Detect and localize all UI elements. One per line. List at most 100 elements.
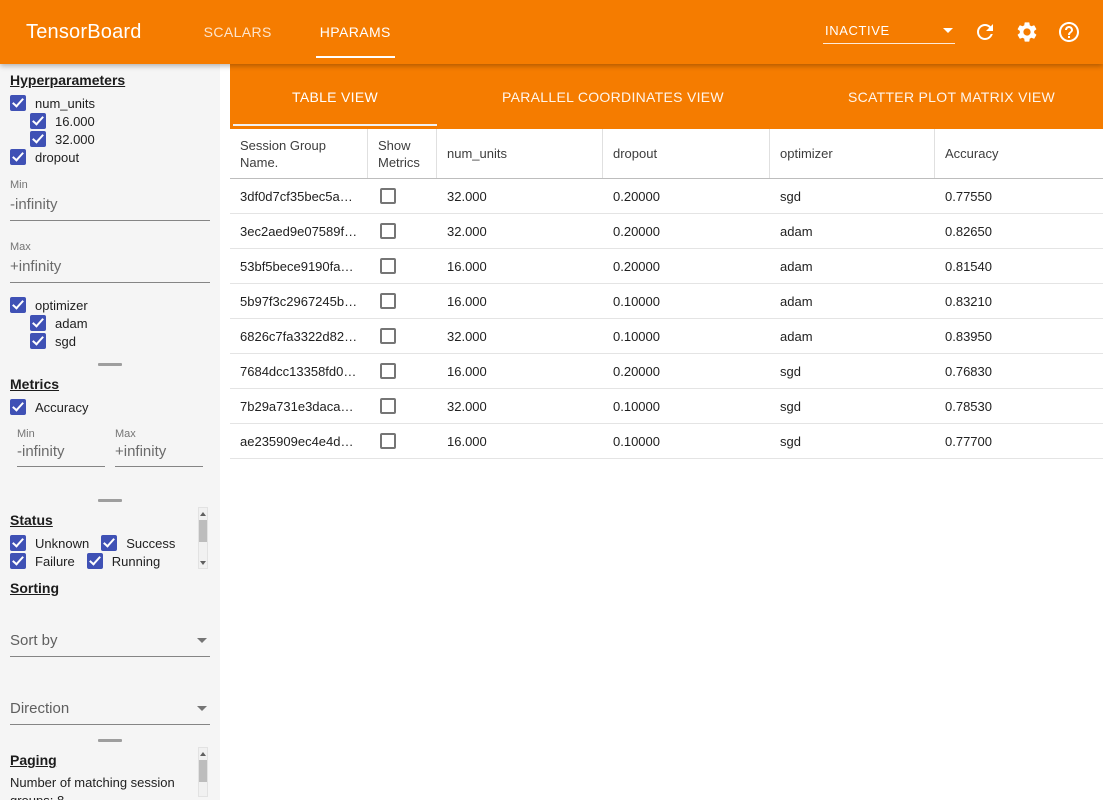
sort-by-value: Sort by bbox=[10, 632, 58, 649]
status-heading: Status bbox=[10, 512, 210, 528]
scroll-down-button[interactable] bbox=[199, 557, 207, 568]
status-running-label: Running bbox=[112, 554, 160, 569]
column-header-show-metrics[interactable]: Show Metrics bbox=[368, 129, 437, 178]
dropout-cell: 0.10000 bbox=[603, 329, 770, 344]
help-button[interactable] bbox=[1057, 20, 1081, 44]
settings-gear-icon bbox=[1015, 20, 1039, 44]
show-metrics-checkbox[interactable] bbox=[380, 433, 396, 449]
hparam-row-num-units: num_units bbox=[10, 94, 210, 112]
session-group-name-cell: 53bf5bece9190fa… bbox=[230, 259, 368, 274]
hparam-value-row: sgd bbox=[30, 332, 210, 350]
accuracy-cell: 0.81540 bbox=[935, 259, 1103, 274]
triangle-down-icon bbox=[200, 561, 206, 565]
status-scrollbar[interactable] bbox=[198, 507, 208, 569]
direction-value: Direction bbox=[10, 700, 69, 717]
tab-parallel-coordinates-view[interactable]: PARALLEL COORDINATES VIEW bbox=[440, 64, 786, 129]
run-status-select[interactable]: INACTIVE bbox=[823, 21, 955, 44]
scrollbar-thumb[interactable] bbox=[199, 760, 207, 782]
show-metrics-checkbox[interactable] bbox=[380, 188, 396, 204]
optimizer-sgd-label: sgd bbox=[55, 334, 76, 349]
dropout-cell: 0.20000 bbox=[603, 259, 770, 274]
accuracy-cell: 0.82650 bbox=[935, 224, 1103, 239]
show-metrics-checkbox[interactable] bbox=[380, 293, 396, 309]
scroll-up-button[interactable] bbox=[199, 748, 207, 759]
num-units-16-checkbox[interactable] bbox=[30, 113, 46, 129]
section-resize-handle[interactable] bbox=[0, 736, 220, 744]
app-title: TensorBoard bbox=[26, 0, 142, 64]
hparam-value-row: 32.000 bbox=[30, 130, 210, 148]
table-row: 3df0d7cf35bec5a… 32.000 0.20000 sgd 0.77… bbox=[230, 179, 1103, 214]
table-row: 7b29a731e3daca… 32.000 0.10000 sgd 0.785… bbox=[230, 389, 1103, 424]
num-units-cell: 32.000 bbox=[437, 224, 603, 239]
show-metrics-checkbox[interactable] bbox=[380, 363, 396, 379]
table-row: ae235909ec4e4d… 16.000 0.10000 sgd 0.777… bbox=[230, 424, 1103, 459]
refresh-icon bbox=[973, 20, 997, 44]
metric-min-field: Min bbox=[17, 428, 105, 467]
tab-scalars-label: SCALARS bbox=[204, 24, 272, 40]
table-row: 6826c7fa3322d82… 32.000 0.10000 adam 0.8… bbox=[230, 319, 1103, 354]
accuracy-cell: 0.77550 bbox=[935, 189, 1103, 204]
metric-min-input[interactable] bbox=[17, 440, 105, 467]
tab-table-view[interactable]: TABLE VIEW bbox=[230, 64, 440, 129]
metric-max-input[interactable] bbox=[115, 440, 203, 467]
dropout-min-input[interactable] bbox=[10, 191, 210, 221]
num-units-cell: 16.000 bbox=[437, 294, 603, 309]
direction-select[interactable]: Direction bbox=[10, 700, 210, 725]
scroll-up-button[interactable] bbox=[199, 508, 207, 519]
column-header-session-group-name[interactable]: Session Group Name. bbox=[230, 129, 368, 178]
show-metrics-checkbox[interactable] bbox=[380, 328, 396, 344]
dropout-checkbox[interactable] bbox=[10, 149, 26, 165]
session-group-name-cell: 3ec2aed9e07589f… bbox=[230, 224, 368, 239]
status-unknown-label: Unknown bbox=[35, 536, 89, 551]
tab-scatter-plot-matrix-view[interactable]: SCATTER PLOT MATRIX VIEW bbox=[786, 64, 1103, 129]
num-units-checkbox[interactable] bbox=[10, 95, 26, 111]
status-success-checkbox[interactable] bbox=[101, 535, 117, 551]
num-units-label: num_units bbox=[35, 96, 95, 111]
dropout-cell: 0.10000 bbox=[603, 399, 770, 414]
optimizer-cell: sgd bbox=[770, 189, 935, 204]
optimizer-adam-checkbox[interactable] bbox=[30, 315, 46, 331]
app-bar: TensorBoard SCALARS HPARAMS INACTIVE bbox=[0, 0, 1103, 64]
optimizer-checkbox[interactable] bbox=[10, 297, 26, 313]
metric-max-field: Max bbox=[115, 428, 203, 467]
status-item-success: Success bbox=[101, 534, 175, 552]
status-unknown-checkbox[interactable] bbox=[10, 535, 26, 551]
section-resize-handle[interactable] bbox=[0, 360, 220, 368]
section-resize-handle[interactable] bbox=[0, 496, 220, 504]
column-header-accuracy[interactable]: Accuracy bbox=[935, 129, 1103, 178]
status-failure-checkbox[interactable] bbox=[10, 553, 26, 569]
dropout-max-input[interactable] bbox=[10, 253, 210, 283]
status-running-checkbox[interactable] bbox=[87, 553, 103, 569]
paging-heading: Paging bbox=[10, 752, 210, 768]
show-metrics-checkbox[interactable] bbox=[380, 258, 396, 274]
optimizer-sgd-checkbox[interactable] bbox=[30, 333, 46, 349]
triangle-up-icon bbox=[200, 752, 206, 756]
tab-scalars[interactable]: SCALARS bbox=[180, 0, 296, 64]
tab-hparams-label: HPARAMS bbox=[320, 24, 391, 40]
session-group-name-cell: ae235909ec4e4d… bbox=[230, 434, 368, 449]
session-group-name-cell: 7b29a731e3daca… bbox=[230, 399, 368, 414]
session-group-name-cell: 6826c7fa3322d82… bbox=[230, 329, 368, 344]
settings-button[interactable] bbox=[1015, 20, 1039, 44]
paging-scrollbar[interactable] bbox=[198, 747, 208, 797]
hparam-row-optimizer: optimizer bbox=[10, 296, 210, 314]
show-metrics-checkbox[interactable] bbox=[380, 223, 396, 239]
scrollbar-track[interactable] bbox=[199, 519, 207, 557]
accuracy-checkbox[interactable] bbox=[10, 399, 26, 415]
refresh-button[interactable] bbox=[973, 20, 997, 44]
optimizer-cell: adam bbox=[770, 294, 935, 309]
scrollbar-track[interactable] bbox=[199, 759, 207, 796]
sorting-heading: Sorting bbox=[10, 580, 210, 596]
appbar-actions: INACTIVE bbox=[823, 0, 1103, 64]
column-header-optimizer[interactable]: optimizer bbox=[770, 129, 935, 178]
num-units-32-checkbox[interactable] bbox=[30, 131, 46, 147]
tab-scatter-plot-matrix-view-label: SCATTER PLOT MATRIX VIEW bbox=[848, 89, 1055, 105]
scrollbar-thumb[interactable] bbox=[199, 520, 207, 542]
sort-by-select[interactable]: Sort by bbox=[10, 632, 210, 657]
top-nav-tabs: SCALARS HPARAMS bbox=[180, 0, 415, 64]
column-header-num-units[interactable]: num_units bbox=[437, 129, 603, 178]
tab-hparams[interactable]: HPARAMS bbox=[296, 0, 415, 64]
column-header-dropout[interactable]: dropout bbox=[603, 129, 770, 178]
num-units-cell: 32.000 bbox=[437, 399, 603, 414]
show-metrics-checkbox[interactable] bbox=[380, 398, 396, 414]
